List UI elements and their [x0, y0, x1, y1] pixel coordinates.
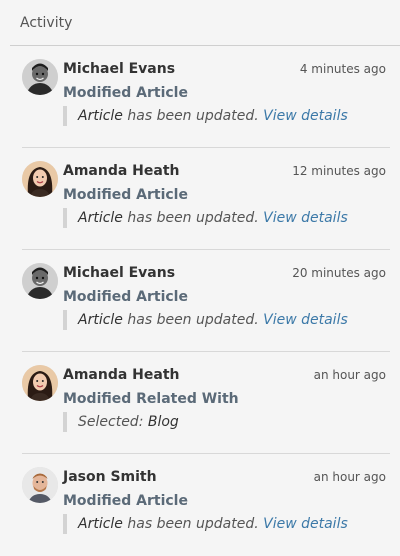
activity-detail: Article has been updated. View details: [63, 208, 390, 228]
user-avatar-icon: [22, 365, 58, 401]
avatar[interactable]: [22, 467, 58, 503]
user-avatar-icon: [22, 59, 58, 95]
detail-text: has been updated.: [122, 516, 264, 532]
detail-object: Article: [78, 516, 123, 532]
detail-object: Article: [78, 312, 123, 328]
user-name[interactable]: Amanda Heath: [63, 163, 180, 179]
view-details-link[interactable]: View details: [263, 312, 348, 328]
user-name[interactable]: Michael Evans: [63, 265, 175, 281]
detail-object: Article: [78, 210, 123, 226]
activity-panel: Activity Michael Evans 4 minutes ago Mod: [0, 0, 400, 552]
timestamp: 20 minutes ago: [292, 266, 386, 280]
panel-title: Activity: [10, 0, 400, 46]
avatar[interactable]: [22, 59, 58, 95]
activity-detail: Article has been updated. View details: [63, 514, 390, 534]
timestamp: an hour ago: [313, 470, 386, 484]
detail-text: has been updated.: [122, 312, 264, 328]
activity-detail: Article has been updated. View details: [63, 106, 390, 126]
activity-list: Michael Evans 4 minutes ago Modified Art…: [0, 46, 400, 556]
user-avatar-icon: [22, 467, 58, 503]
timestamp: 12 minutes ago: [292, 164, 386, 178]
activity-action: Modified Article: [63, 493, 188, 509]
activity-detail: Selected: Blog: [63, 412, 390, 432]
activity-action: Modified Article: [63, 187, 188, 203]
activity-item: Jason Smith an hour ago Modified Article…: [22, 454, 390, 556]
view-details-link[interactable]: View details: [263, 210, 348, 226]
detail-label: Selected:: [78, 414, 148, 430]
user-name[interactable]: Michael Evans: [63, 61, 175, 77]
view-details-link[interactable]: View details: [263, 108, 348, 124]
timestamp: an hour ago: [313, 368, 386, 382]
user-avatar-icon: [22, 263, 58, 299]
avatar[interactable]: [22, 161, 58, 197]
activity-item: Michael Evans 20 minutes ago Modified Ar…: [22, 250, 390, 352]
activity-action: Modified Related With: [63, 391, 239, 407]
user-name[interactable]: Jason Smith: [63, 469, 157, 485]
activity-item: Amanda Heath 12 minutes ago Modified Art…: [22, 148, 390, 250]
activity-action: Modified Article: [63, 289, 188, 305]
avatar[interactable]: [22, 263, 58, 299]
detail-text: has been updated.: [122, 108, 264, 124]
user-name[interactable]: Amanda Heath: [63, 367, 180, 383]
detail-value: Blog: [147, 414, 179, 430]
activity-item: Amanda Heath an hour ago Modified Relate…: [22, 352, 390, 454]
timestamp: 4 minutes ago: [299, 62, 386, 76]
detail-object: Article: [78, 108, 123, 124]
user-avatar-icon: [22, 161, 58, 197]
avatar[interactable]: [22, 365, 58, 401]
detail-text: has been updated.: [122, 210, 264, 226]
activity-item: Michael Evans 4 minutes ago Modified Art…: [22, 46, 390, 148]
activity-detail: Article has been updated. View details: [63, 310, 390, 330]
activity-action: Modified Article: [63, 85, 188, 101]
view-details-link[interactable]: View details: [263, 516, 348, 532]
